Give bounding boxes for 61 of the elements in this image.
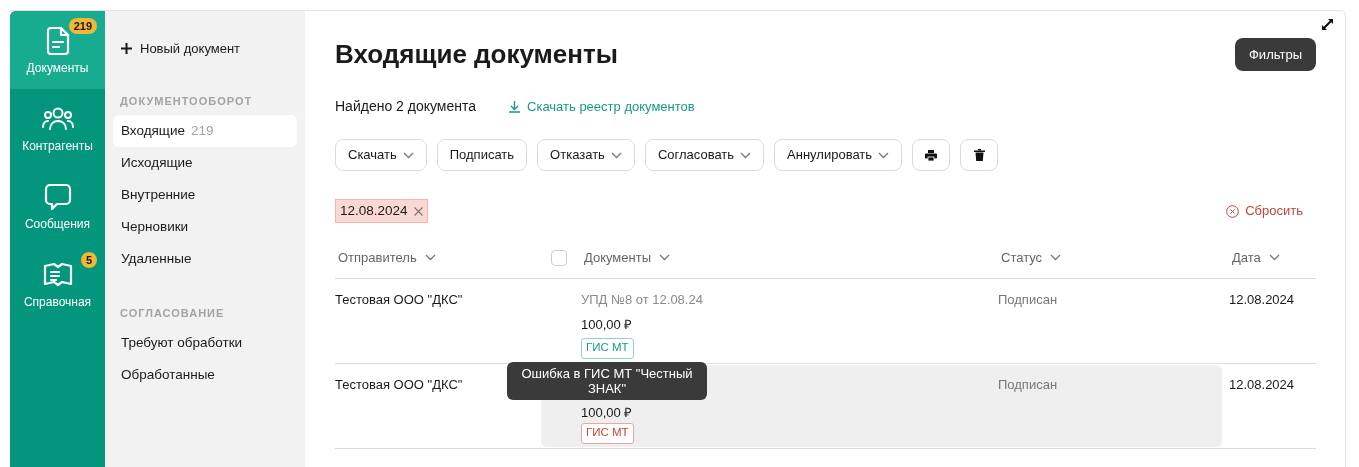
filter-chip[interactable]: 12.08.2024	[335, 199, 428, 223]
chevron-down-icon	[610, 151, 622, 159]
nav-item[interactable]: Документы 219	[10, 11, 105, 89]
amount: 100,00 ₽	[581, 316, 633, 334]
chevron-down-icon	[740, 151, 752, 159]
table-cell-text: 12.08.2024	[1229, 291, 1296, 309]
chevron-down-icon	[878, 151, 890, 159]
status-text: Подписан	[998, 291, 1059, 309]
sign-button[interactable]: Подписать	[436, 139, 528, 171]
sidebar-item[interactable]: Исходящие	[113, 147, 297, 179]
count-badge: 5	[80, 252, 97, 268]
chevron-down-icon	[402, 151, 414, 159]
status-tag: ГИС МТ	[581, 337, 634, 359]
sidebar-item[interactable]: Входящие 219	[113, 115, 297, 147]
download-link[interactable]: Скачать реестр документов	[508, 96, 695, 117]
new-document-button[interactable]: Новый документ	[113, 39, 241, 59]
dropdown-button[interactable]: Отказать	[537, 139, 635, 171]
table-cell-text: Тестовая ООО "ДКС"	[335, 291, 464, 309]
download-icon	[508, 100, 522, 113]
trash-icon	[973, 149, 985, 161]
amount: 100,00 ₽	[581, 404, 633, 422]
chevron-down-icon	[424, 254, 436, 261]
book-icon	[42, 262, 73, 288]
result-count: Найдено 2 документа	[335, 97, 477, 116]
plus-icon	[121, 43, 132, 55]
filters-button[interactable]: Фильтры	[1235, 38, 1316, 71]
column-header[interactable]: Статус	[998, 247, 1229, 268]
column-header[interactable]: Дата	[1229, 247, 1316, 268]
chevron-down-icon	[659, 254, 670, 261]
clear-icon	[1226, 204, 1240, 218]
sidebar-item[interactable]: Черновики	[113, 211, 297, 243]
table-cell-text: 12.08.2024	[1229, 376, 1296, 394]
people-icon	[40, 107, 75, 131]
close-icon[interactable]	[413, 206, 423, 216]
chevron-down-icon	[1050, 254, 1062, 261]
status-text: Подписан	[998, 376, 1059, 394]
count-badge: 219	[68, 18, 97, 34]
checkbox[interactable]	[551, 249, 567, 266]
delete-button[interactable]	[960, 139, 999, 171]
sidebar-item[interactable]: Обработанные	[113, 359, 297, 392]
tooltip: Ошибка в ГИС МТ "Честный ЗНАК"	[507, 362, 707, 400]
document-icon	[44, 26, 71, 56]
table-cell-text: Тестовая ООО "ДКС"	[335, 376, 464, 394]
print-icon	[925, 149, 938, 161]
section-heading: ДОКУМЕНТООБОРОТ	[119, 93, 254, 109]
section-heading: СОГЛАСОВАНИЕ	[119, 306, 226, 321]
sidebar-item[interactable]: Внутренние	[113, 179, 297, 211]
sidebar-item[interactable]: Удаленные	[113, 243, 297, 275]
page-title: Входящие документы	[335, 38, 618, 71]
status-tag: ГИС МТ	[581, 422, 634, 444]
sidebar-item[interactable]: Требуют обработки	[113, 327, 297, 360]
dropdown-button[interactable]: Аннулировать	[774, 139, 903, 171]
expand-icon[interactable]	[1322, 19, 1333, 30]
document-title: УПД №8 от 12.08.24	[581, 291, 703, 309]
column-header[interactable]: Документы	[581, 247, 998, 268]
print-button[interactable]	[912, 139, 951, 171]
dropdown-button[interactable]: Скачать	[335, 139, 427, 171]
reset-button[interactable]: Сбросить	[1226, 201, 1303, 221]
chevron-down-icon	[1268, 254, 1280, 261]
chat-icon	[43, 183, 72, 211]
dropdown-button[interactable]: Согласовать	[644, 139, 765, 171]
